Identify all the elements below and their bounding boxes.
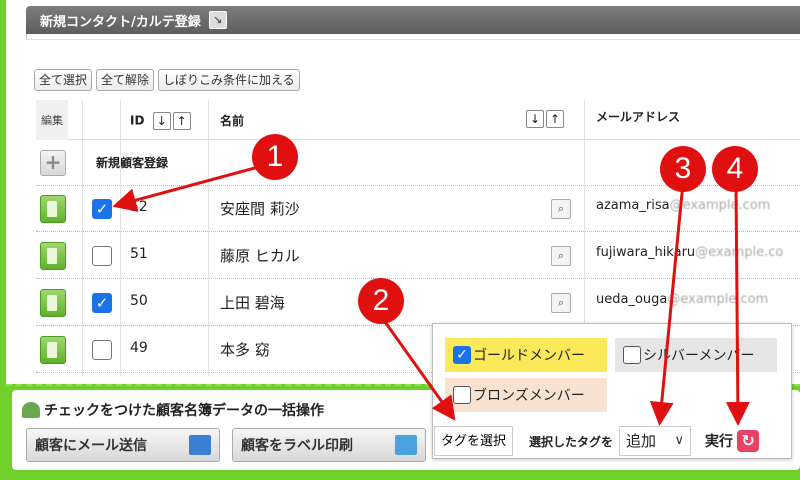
table-row: ✓ 50 上田 碧海 ⌕ ueda_ouga@example.com	[36, 280, 800, 326]
name-sort-controls: ↓ ↑	[526, 110, 564, 128]
tag-gold-checkbox[interactable]: ✓	[453, 346, 471, 364]
add-customer-button[interactable]: +	[40, 150, 66, 176]
row-name: 藤原 ヒカル	[220, 247, 300, 265]
section-header: 新規コンタクト/カルテ登録 ↘	[26, 6, 800, 34]
new-customer-label: 新規顧客登録	[96, 156, 169, 170]
row-mail-user: azama_risa	[596, 198, 670, 213]
add-filter-condition-button[interactable]: しぼりこみ条件に加える	[158, 69, 300, 91]
row-checkbox[interactable]: ✓	[92, 199, 112, 219]
collapse-icon[interactable]: ↘	[208, 11, 227, 29]
column-divider	[208, 100, 209, 376]
tag-silver[interactable]: シルバーメンバー	[615, 338, 777, 372]
deselect-all-button[interactable]: 全て解除	[96, 69, 155, 91]
row-checkbox[interactable]	[92, 340, 112, 360]
preview-icon[interactable]: ⌕	[551, 199, 571, 219]
printer-icon	[395, 435, 417, 455]
name-sort-desc-button[interactable]: ↓	[526, 110, 544, 128]
id-sort-desc-button[interactable]: ↓	[152, 112, 171, 130]
tag-action-value: 追加	[626, 432, 657, 450]
column-header-id: ID ↓ ↑	[130, 112, 191, 130]
tag-silver-label: シルバーメンバー	[643, 348, 755, 364]
tag-bronze[interactable]: ブロンズメンバー	[445, 378, 607, 412]
edit-icon[interactable]	[40, 289, 66, 317]
row-mail-user: fujiwara_hikaru	[596, 245, 696, 260]
row-mail: ueda_ouga@example.com	[596, 292, 768, 307]
row-name: 上田 碧海	[220, 294, 285, 312]
tag-gold[interactable]: ✓ ゴールドメンバー	[445, 338, 607, 372]
send-mail-button[interactable]: 顧客にメール送信	[26, 428, 220, 462]
table-row: ✓ 52 安座間 莉沙 ⌕ azama_risa@example.com	[36, 186, 800, 232]
row-checkbox[interactable]	[92, 246, 112, 266]
tag-bronze-label: ブロンズメンバー	[473, 388, 585, 404]
refresh-icon[interactable]: ↻	[737, 430, 760, 452]
selection-toolbar: 全て選択 全て解除 しぼりこみ条件に加える	[34, 69, 300, 91]
bulk-title-text: チェックをつけた顧客名簿データの一括操作	[44, 403, 324, 419]
header-underline	[26, 34, 800, 40]
section-title: 新規コンタクト/カルテ登録	[40, 14, 201, 30]
run-label[interactable]: 実行	[705, 431, 733, 451]
print-label-button[interactable]: 顧客をラベル印刷	[232, 428, 426, 462]
row-mail-user: ueda_ouga	[596, 292, 668, 307]
print-label-text: 顧客をラベル印刷	[241, 438, 353, 454]
selected-tag-label: 選択したタグを	[529, 434, 614, 449]
annotation-badge-1: 1	[252, 134, 298, 180]
tag-action-select[interactable]: 追加 ∨	[619, 426, 692, 456]
row-id: 50	[130, 293, 148, 309]
edit-icon[interactable]	[40, 242, 66, 270]
send-mail-label: 顧客にメール送信	[35, 438, 147, 454]
tag-silver-checkbox[interactable]	[623, 346, 641, 364]
tag-action-bar: タグを選択 選択したタグを 追加 ∨ 実行 ↻	[432, 423, 792, 459]
edit-icon[interactable]	[40, 195, 66, 223]
column-header-edit: 編集	[36, 100, 68, 140]
annotation-badge-3: 3	[660, 146, 706, 192]
row-name: 本多 窈	[220, 341, 270, 359]
id-sort-asc-button[interactable]: ↑	[172, 112, 191, 130]
name-sort-asc-button[interactable]: ↑	[546, 110, 564, 128]
annotation-badge-2: 2	[358, 278, 404, 324]
select-tag-button[interactable]: タグを選択	[434, 426, 514, 456]
row-mail: azama_risa@example.com	[596, 198, 770, 213]
preview-icon[interactable]: ⌕	[551, 246, 571, 266]
table-header: 編集 ID ↓ ↑ 名前 ↓ ↑ メールアドレス	[36, 100, 800, 140]
select-all-button[interactable]: 全て選択	[34, 69, 93, 91]
annotation-badge-4: 4	[712, 146, 758, 192]
row-mail-domain: @example.co	[695, 245, 784, 260]
people-icon	[22, 402, 40, 418]
column-header-id-label: ID	[130, 113, 145, 128]
row-mail-domain: @example.com	[667, 292, 769, 307]
column-divider	[82, 100, 83, 376]
preview-icon[interactable]: ⌕	[551, 293, 571, 313]
bulk-title: チェックをつけた顧客名簿データの一括操作	[22, 400, 324, 420]
row-id: 49	[130, 340, 148, 356]
column-header-mail: メールアドレス	[596, 110, 681, 124]
row-id: 51	[130, 246, 148, 262]
table-row: 51 藤原 ヒカル ⌕ fujiwara_hikaru@example.co	[36, 233, 800, 279]
mail-icon	[189, 435, 211, 455]
row-name: 安座間 莉沙	[220, 200, 300, 218]
tag-bronze-checkbox[interactable]	[453, 386, 471, 404]
edit-icon[interactable]	[40, 336, 66, 364]
row-mail: fujiwara_hikaru@example.co	[596, 245, 783, 260]
row-id: 52	[130, 199, 148, 215]
column-divider	[120, 100, 121, 376]
chevron-down-icon: ∨	[674, 433, 685, 448]
tag-gold-label: ゴールドメンバー	[473, 348, 585, 364]
row-mail-domain: @example.com	[669, 198, 771, 213]
id-sort-controls: ↓ ↑	[152, 112, 191, 130]
column-header-name: 名前	[220, 114, 245, 128]
row-checkbox[interactable]: ✓	[92, 293, 112, 313]
